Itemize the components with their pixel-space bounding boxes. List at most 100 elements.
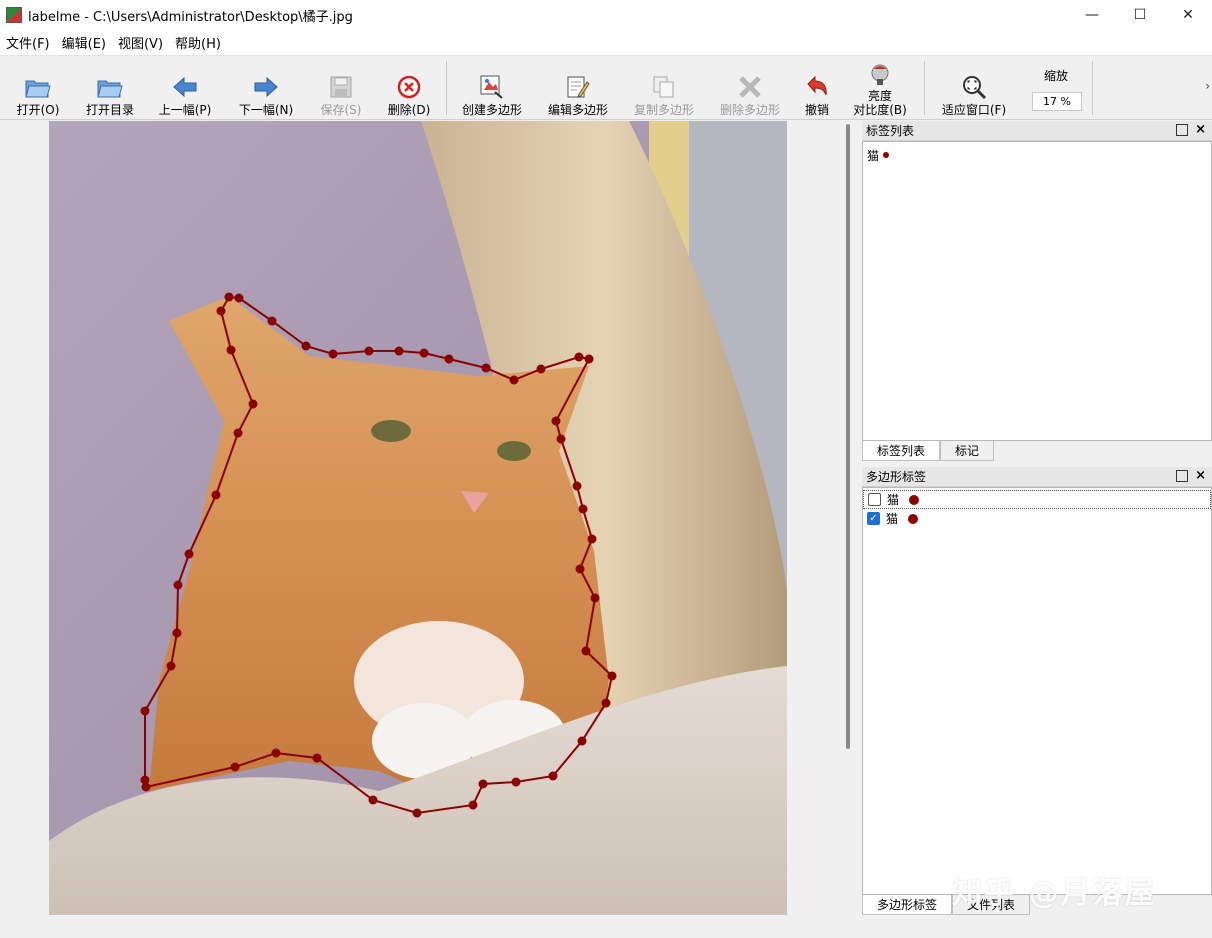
polygon-vertex[interactable]: [572, 481, 582, 491]
polygon-vertex[interactable]: [394, 346, 404, 356]
polygon-vertex[interactable]: [412, 808, 422, 818]
polygon-list-item[interactable]: 猫: [863, 490, 1211, 509]
save-button[interactable]: 保存(S): [316, 61, 366, 117]
polygon-label-text: 猫: [887, 493, 900, 507]
polygon-vertex[interactable]: [140, 775, 150, 785]
dock-float-icon[interactable]: [1176, 470, 1188, 482]
delete-file-button[interactable]: 删除(D): [384, 61, 434, 117]
delete-polygon-button[interactable]: 删除多边形: [716, 61, 784, 117]
minimize-button[interactable]: —: [1068, 0, 1116, 30]
polygon-visibility-checkbox[interactable]: [868, 493, 881, 506]
open-button[interactable]: 打开(O): [14, 61, 62, 117]
label-color-dot: [883, 152, 890, 158]
dock-close-icon[interactable]: ×: [1195, 468, 1206, 483]
undo-button[interactable]: 撤销: [800, 61, 834, 117]
polygon-vertex[interactable]: [444, 354, 454, 364]
polygon-vertex[interactable]: [173, 580, 183, 590]
polygon-color-dot: [908, 513, 919, 524]
fit-window-button[interactable]: 适应窗口(F): [936, 61, 1012, 117]
zoom-label: 缩放: [1044, 69, 1069, 83]
dock-float-icon[interactable]: [1176, 124, 1188, 136]
scrollbar-thumb[interactable]: [846, 124, 850, 749]
polygon-vertex[interactable]: [607, 671, 617, 681]
app-icon: [6, 7, 22, 23]
polygon-list-item[interactable]: ✓ 猫: [863, 509, 1211, 528]
polygon-vertex[interactable]: [230, 762, 240, 772]
toolbar-overflow-chevron-icon[interactable]: ›: [1205, 79, 1210, 93]
polygon-vertex[interactable]: [233, 428, 243, 438]
polygon-vertex[interactable]: [536, 364, 546, 374]
brightness-contrast-button[interactable]: 亮度 对比度(B): [848, 61, 912, 117]
polygon-vertex[interactable]: [419, 348, 429, 358]
polygon-vertex[interactable]: [574, 352, 584, 362]
save-icon: [326, 74, 356, 100]
create-polygon-button[interactable]: 创建多边形: [458, 61, 526, 117]
edit-polygon-button[interactable]: 编辑多边形: [544, 61, 612, 117]
polygon-vertex[interactable]: [248, 399, 258, 409]
polygon-visibility-checkbox[interactable]: ✓: [867, 512, 880, 525]
dock-close-icon[interactable]: ×: [1195, 122, 1206, 137]
polygon-vertex[interactable]: [587, 534, 597, 544]
status-bar: [0, 915, 1212, 938]
brightness-contrast-icon: [865, 62, 895, 88]
menu-help[interactable]: 帮助(H): [169, 33, 227, 52]
prev-image-button[interactable]: 上一幅(P): [154, 61, 216, 117]
polygon-vertex[interactable]: [511, 777, 521, 787]
polygon-vertex[interactable]: [590, 593, 600, 603]
tab-flags[interactable]: 标记: [940, 441, 995, 461]
image-canvas[interactable]: [49, 121, 787, 915]
edit-polygon-icon: [563, 74, 593, 100]
toolbar-separator: [446, 61, 447, 115]
polygon-vertex[interactable]: [368, 795, 378, 805]
polygon-vertex[interactable]: [234, 293, 244, 303]
maximize-button[interactable]: ☐: [1116, 0, 1164, 30]
arrow-right-icon: [251, 74, 281, 100]
menu-file[interactable]: 文件(F): [0, 33, 56, 52]
polygon-vertex[interactable]: [312, 753, 322, 763]
open-dir-button[interactable]: 打开目录: [82, 61, 138, 117]
menu-view[interactable]: 视图(V): [112, 33, 169, 52]
label-list-item[interactable]: 猫: [863, 146, 1211, 164]
polygon-vertex[interactable]: [328, 349, 338, 359]
polygon-vertex[interactable]: [172, 628, 182, 638]
polygon-vertex[interactable]: [211, 490, 221, 500]
delete-circle-icon: [394, 74, 424, 100]
next-image-button[interactable]: 下一幅(N): [235, 61, 297, 117]
polygon-vertex[interactable]: [226, 345, 236, 355]
zoom-input[interactable]: 17 %: [1032, 92, 1082, 111]
polygon-vertex[interactable]: [584, 354, 594, 364]
polygon-vertex[interactable]: [578, 504, 588, 514]
polygon-vertex[interactable]: [478, 779, 488, 789]
close-window-button[interactable]: ✕: [1164, 0, 1212, 30]
label-text: 猫: [867, 148, 880, 163]
copy-polygon-button[interactable]: 复制多边形: [630, 61, 698, 117]
polygon-vertex[interactable]: [267, 316, 277, 326]
polygon-vertex[interactable]: [184, 549, 194, 559]
polygon-vertex[interactable]: [581, 646, 591, 656]
polygon-vertex[interactable]: [140, 706, 150, 716]
polygon-vertex[interactable]: [224, 292, 234, 302]
menu-edit[interactable]: 编辑(E): [56, 33, 112, 52]
window-title: labelme - C:\Users\Administrator\Desktop…: [28, 9, 353, 25]
tab-label-list[interactable]: 标签列表: [862, 441, 941, 461]
polygon-vertex[interactable]: [575, 564, 585, 574]
tab-polygon-labels[interactable]: 多边形标签: [862, 895, 953, 915]
polygon-vertex[interactable]: [601, 698, 611, 708]
polygon-vertex[interactable]: [271, 748, 281, 758]
polygon-vertex[interactable]: [364, 346, 374, 356]
canvas-vertical-scrollbar[interactable]: [843, 121, 853, 915]
polygon-vertex[interactable]: [509, 375, 519, 385]
polygon-label-text: 猫: [886, 512, 899, 526]
copy-polygon-icon: [649, 74, 679, 100]
polygon-vertex[interactable]: [548, 771, 558, 781]
polygon-vertex[interactable]: [556, 434, 566, 444]
polygon-vertex[interactable]: [301, 341, 311, 351]
polygon-vertex[interactable]: [577, 736, 587, 746]
polygon-vertex[interactable]: [216, 306, 226, 316]
polygon-vertex[interactable]: [468, 800, 478, 810]
polygon-vertex[interactable]: [551, 416, 561, 426]
polygon-vertex[interactable]: [166, 661, 176, 671]
toolbar-separator: [1092, 61, 1093, 115]
polygon-vertex[interactable]: [481, 363, 491, 373]
undo-icon: [802, 74, 832, 100]
